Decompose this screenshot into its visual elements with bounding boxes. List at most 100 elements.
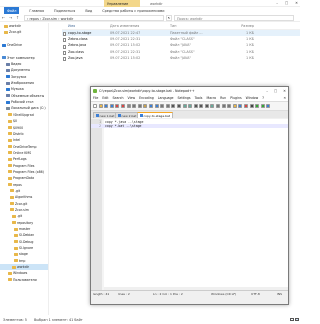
code-text: copy *.bat ..\stage <box>105 123 142 128</box>
new-file-icon[interactable] <box>93 103 97 108</box>
close-button[interactable]: ✕ <box>295 1 298 5</box>
replace-icon[interactable] <box>165 103 170 108</box>
ribbon-tab-app-tools[interactable]: Средства работы с приложениями <box>102 7 164 14</box>
tab-new-2[interactable]: new 2.bat <box>115 111 140 118</box>
file-date: 09.07.2021 22:47 <box>110 31 141 36</box>
fold-icon[interactable] <box>216 103 221 108</box>
folder-icon <box>8 157 12 161</box>
ribbon-tab-share[interactable]: Поделиться <box>54 7 75 14</box>
forward-arrow-icon[interactable]: → <box>7 15 14 20</box>
find-icon[interactable] <box>160 103 165 108</box>
menu-file[interactable]: File <box>93 96 98 100</box>
menu-search[interactable]: Search <box>113 96 124 100</box>
menu-encoding[interactable]: Encoding <box>139 96 154 100</box>
code-line-current[interactable]: 2 copy *.bat ..\stage <box>91 123 288 128</box>
print-icon[interactable] <box>126 103 131 108</box>
undo-icon[interactable] <box>148 103 153 108</box>
indent-guide-icon[interactable] <box>204 103 209 108</box>
close-document-icon[interactable]: ✕ <box>283 96 286 100</box>
music-icon <box>6 87 10 91</box>
status-selection: Выбран 1 элемент: 41 байт <box>34 317 83 322</box>
file-list-header: Имя Дата изменения Тип Размер <box>62 23 300 30</box>
pictures-icon <box>6 81 10 85</box>
cloud-icon <box>2 43 6 47</box>
menu-plugins[interactable]: Plugins <box>230 96 241 100</box>
details-view-icon[interactable] <box>290 318 294 321</box>
video-icon <box>6 62 10 66</box>
breadcrumb-zcor-sim[interactable]: Zcor-sim <box>42 17 57 21</box>
zoom-out-icon[interactable] <box>176 103 181 108</box>
doc-map-icon[interactable] <box>221 103 226 108</box>
status-lines: lines : 2 <box>118 292 130 297</box>
back-arrow-icon[interactable]: ← <box>0 15 7 20</box>
open-file-icon[interactable] <box>98 103 103 108</box>
word-wrap-icon[interactable] <box>193 103 198 108</box>
minimize-button[interactable]: – <box>276 1 278 5</box>
save-icon[interactable] <box>104 103 109 108</box>
column-date[interactable]: Дата изменения <box>110 24 170 28</box>
ribbon-tab-home[interactable]: Главная <box>29 7 44 14</box>
tab-copy-to-stage[interactable]: copy-to-stage.bat <box>137 111 174 118</box>
sidebar-item-label: workdir <box>9 24 21 28</box>
run-macro-icon[interactable] <box>260 103 265 108</box>
sync-v-icon[interactable] <box>182 103 187 108</box>
paste-icon[interactable] <box>143 103 148 108</box>
folder-icon <box>8 132 12 136</box>
menu-tools[interactable]: Tools <box>195 96 203 100</box>
text-editor[interactable]: 1 copy *.java ..\stage 2 copy *.bat ..\s… <box>91 118 288 297</box>
folder-workspace-icon[interactable] <box>232 103 237 108</box>
tiles-view-icon[interactable] <box>295 318 299 321</box>
pane-splitter[interactable] <box>48 23 49 315</box>
sync-h-icon[interactable] <box>188 103 193 108</box>
stop-macro-icon[interactable] <box>249 103 254 108</box>
refresh-icon[interactable]: ↻ <box>166 15 172 21</box>
lang-icon[interactable] <box>210 103 215 108</box>
search-input[interactable]: Поиск: workdir <box>174 15 294 21</box>
close-all-icon[interactable] <box>120 103 125 108</box>
npp-minimize-button[interactable]: – <box>266 89 268 93</box>
menu-settings[interactable]: Settings <box>178 96 191 100</box>
close-icon[interactable] <box>115 103 120 108</box>
menu-macro[interactable]: Macro <box>206 96 216 100</box>
show-all-icon[interactable] <box>199 103 204 108</box>
redo-icon[interactable] <box>154 103 159 108</box>
address-bar[interactable]: › repos › Zcor-sim › workdir <box>24 15 164 21</box>
maximize-button[interactable]: □ <box>285 1 288 5</box>
menu-window[interactable]: Window <box>246 96 259 100</box>
play-macro-icon[interactable] <box>255 103 260 108</box>
menu-run[interactable]: Run <box>220 96 226 100</box>
menu-language[interactable]: Language <box>158 96 174 100</box>
menu-view[interactable]: View <box>127 96 135 100</box>
cut-icon[interactable] <box>132 103 137 108</box>
line-number-gutter <box>91 118 102 297</box>
record-macro-icon[interactable] <box>244 103 249 108</box>
breadcrumb-repos[interactable]: repos <box>29 17 38 21</box>
folder-icon <box>14 233 18 237</box>
ribbon-tab-file[interactable]: Файл <box>4 7 20 14</box>
npp-close-button[interactable]: ✕ <box>283 89 286 93</box>
column-type[interactable]: Тип <box>170 24 214 28</box>
ribbon-tab-view[interactable]: Вид <box>85 7 92 14</box>
zoom-in-icon[interactable] <box>171 103 176 108</box>
save-all-icon[interactable] <box>109 103 114 108</box>
save-macro-icon[interactable] <box>266 103 271 108</box>
line-number: 2 <box>99 123 101 128</box>
column-name[interactable]: Имя <box>62 24 110 28</box>
sidebar-item-label: Этот компьютер <box>7 55 35 60</box>
sidebar-item-label: Рабочий стол <box>11 100 34 105</box>
tab-new-1[interactable]: new 1.bat <box>93 111 118 118</box>
breadcrumb-workdir[interactable]: workdir <box>61 17 74 21</box>
file-row[interactable]: Zoo.java 09.07.2021 15:02 Файл "JAVA" 1 КБ <box>62 55 300 62</box>
file-size: 1 КБ <box>246 43 254 48</box>
column-size[interactable]: Размер <box>214 24 254 28</box>
context-tab-manage[interactable]: Управление <box>104 0 140 7</box>
menu-edit[interactable]: Edit <box>102 96 108 100</box>
monitor-icon[interactable] <box>238 103 243 108</box>
npp-maximize-button[interactable]: □ <box>274 89 277 93</box>
menu-[interactable]: ? <box>262 96 264 100</box>
sidebar-item[interactable]: Пользователи <box>0 277 48 283</box>
notepadpp-status-bar: length : 41 lines : 2 Ln : 2 Col : 1 Pos… <box>91 289 288 297</box>
func-list-icon[interactable] <box>227 103 232 108</box>
copy-icon[interactable] <box>137 103 142 108</box>
up-arrow-icon[interactable]: ↑ <box>14 15 21 20</box>
